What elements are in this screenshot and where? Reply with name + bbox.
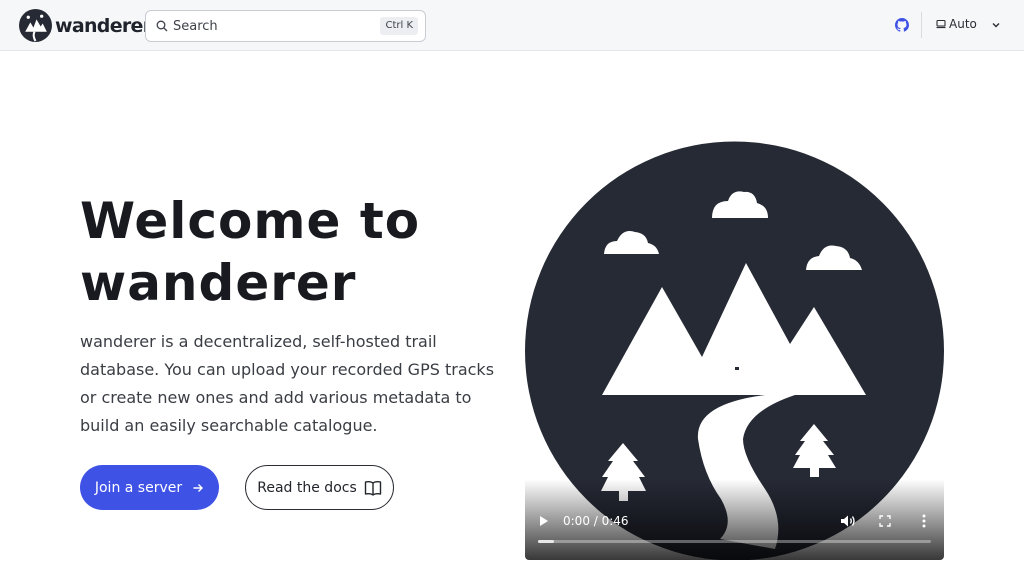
search-placeholder: Search: [173, 18, 218, 34]
more-vertical-icon[interactable]: [922, 514, 926, 528]
hero-title-line-1: Welcome to: [80, 192, 421, 250]
brand-name: wanderer: [55, 14, 152, 37]
search-icon: [156, 20, 168, 32]
brand-link[interactable]: wanderer: [19, 9, 152, 42]
book-icon: [364, 480, 381, 496]
hero-title: Welcome to wanderer: [80, 190, 500, 314]
fullscreen-icon[interactable]: [879, 515, 891, 527]
header-divider: [921, 12, 922, 38]
play-icon[interactable]: [539, 515, 549, 527]
github-icon[interactable]: [895, 18, 909, 32]
hero-title-line-2: wanderer: [80, 254, 357, 312]
search-input[interactable]: Search Ctrl K: [145, 10, 426, 42]
video-progress-bar[interactable]: [538, 540, 931, 543]
intro-video-player[interactable]: 0:00 / 0:46: [525, 139, 944, 560]
search-shortcut-badge: Ctrl K: [380, 17, 418, 35]
video-time: 0:00 / 0:46: [563, 514, 629, 528]
read-docs-button[interactable]: Read the docs: [245, 465, 394, 510]
wanderer-logo-icon: [19, 9, 52, 42]
chevron-down-icon[interactable]: [991, 20, 1001, 30]
volume-icon[interactable]: [840, 514, 856, 528]
theme-label: Auto: [949, 17, 977, 31]
video-progress-fill: [538, 540, 554, 543]
join-server-button[interactable]: Join a server: [80, 465, 219, 510]
theme-selector[interactable]: Auto: [936, 17, 977, 31]
arrow-right-icon: [193, 483, 204, 492]
hero-description: wanderer is a decentralized, self-hosted…: [80, 332, 495, 435]
monitor-icon: [936, 19, 946, 29]
top-navbar: wanderer Search Ctrl K Auto: [0, 0, 1024, 51]
read-docs-label: Read the docs: [257, 479, 357, 496]
join-server-label: Join a server: [94, 479, 183, 496]
